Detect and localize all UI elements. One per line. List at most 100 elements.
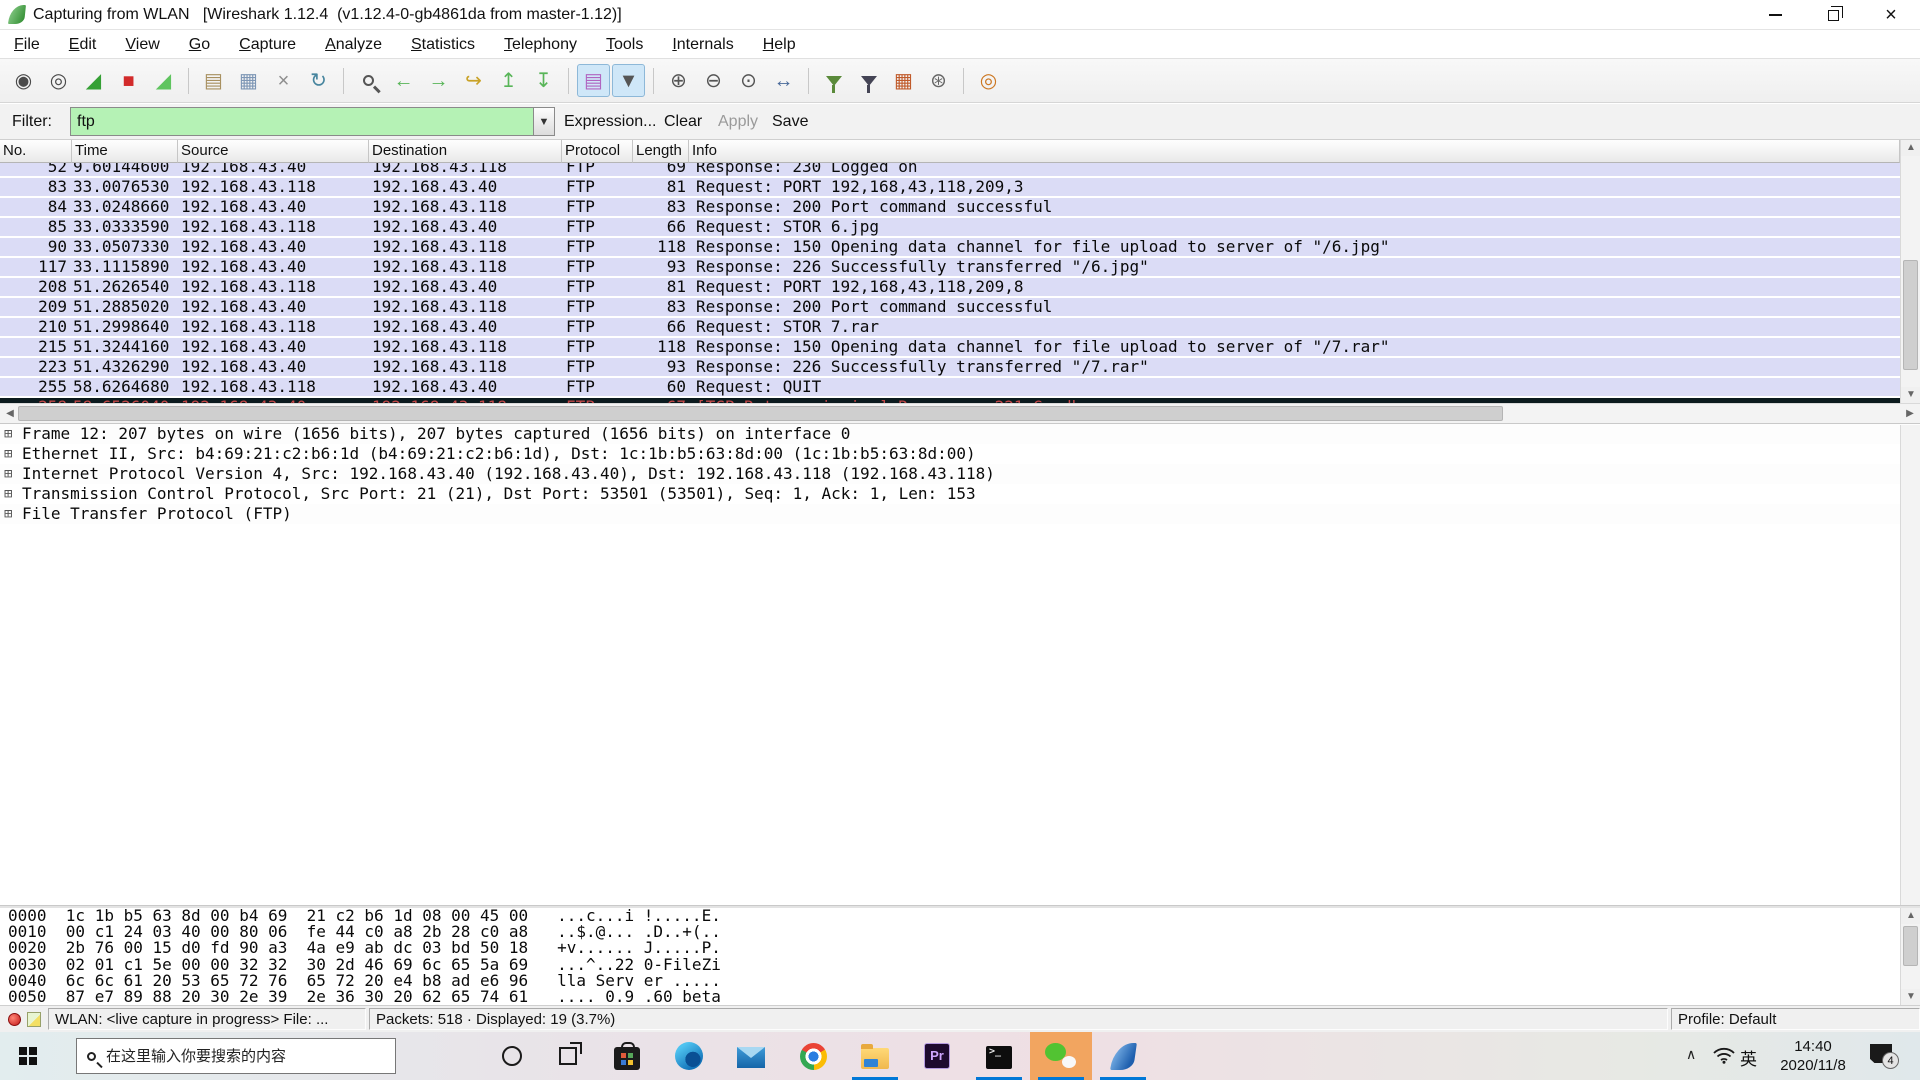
taskbar-app-premiere[interactable]: Pr bbox=[906, 1032, 968, 1080]
list-interfaces-button[interactable]: ◉ bbox=[7, 64, 40, 97]
column-header-protocol[interactable]: Protocol bbox=[562, 140, 633, 163]
taskbar-clock[interactable]: 14:40 2020/11/8 bbox=[1768, 1037, 1858, 1075]
colorize-packets-button[interactable]: ▤ bbox=[577, 64, 610, 97]
stop-capture-button[interactable]: ■ bbox=[112, 64, 145, 97]
profile-status[interactable]: Profile: Default bbox=[1671, 1008, 1920, 1030]
hex-line[interactable]: 0050 87 e7 89 88 20 30 2e 39 2e 36 30 20… bbox=[0, 989, 1920, 1005]
packet-row[interactable]: 8333.0076530192.168.43.118192.168.43.40F… bbox=[0, 178, 1900, 198]
capture-options-button[interactable]: ◎ bbox=[42, 64, 75, 97]
capture-filters-button[interactable] bbox=[817, 64, 850, 97]
preferences-button[interactable]: ⊛ bbox=[922, 64, 955, 97]
menu-capture[interactable]: Capture bbox=[239, 36, 296, 54]
scroll-left-icon[interactable]: ◀ bbox=[2, 406, 18, 422]
goto-packet-button[interactable]: ↪ bbox=[457, 64, 490, 97]
search-input[interactable] bbox=[106, 1048, 395, 1065]
expression-button[interactable]: Expression... bbox=[564, 109, 656, 135]
packet-row[interactable]: 22351.4326290192.168.43.40192.168.43.118… bbox=[0, 358, 1900, 378]
menu-view[interactable]: View bbox=[125, 36, 159, 54]
packet-row[interactable]: 20951.2885020192.168.43.40192.168.43.118… bbox=[0, 298, 1900, 318]
vscroll-thumb[interactable] bbox=[1903, 926, 1918, 966]
column-header-time[interactable]: Time bbox=[72, 140, 178, 163]
menu-telephony[interactable]: Telephony bbox=[504, 36, 577, 54]
coloring-rules-button[interactable]: ▦ bbox=[887, 64, 920, 97]
expander-icon[interactable]: ⊞ bbox=[4, 424, 12, 444]
vscroll-thumb[interactable] bbox=[1903, 260, 1918, 370]
packet-row[interactable]: 21551.3244160192.168.43.40192.168.43.118… bbox=[0, 338, 1900, 358]
column-header-no[interactable]: No. bbox=[0, 140, 72, 163]
scroll-down-icon[interactable]: ▼ bbox=[1901, 387, 1920, 403]
hex-vscrollbar[interactable]: ▲ ▼ bbox=[1900, 908, 1920, 1005]
packet-row[interactable]: 8533.0333590192.168.43.118192.168.43.40F… bbox=[0, 218, 1900, 238]
menu-analyze[interactable]: Analyze bbox=[325, 36, 382, 54]
capture-file-edit-icon[interactable] bbox=[27, 1012, 41, 1027]
taskbar-app-explorer[interactable] bbox=[844, 1032, 906, 1080]
taskbar-app-mail[interactable] bbox=[720, 1032, 782, 1080]
packet-list-hscrollbar[interactable]: ◀ ▶ bbox=[0, 403, 1920, 423]
go-forward-button[interactable]: → bbox=[422, 64, 455, 97]
detail-line[interactable]: ⊞Transmission Control Protocol, Src Port… bbox=[0, 484, 1920, 504]
scroll-up-icon[interactable]: ▲ bbox=[1901, 908, 1920, 924]
goto-bottom-button[interactable]: ↧ bbox=[527, 64, 560, 97]
auto-scroll-button[interactable]: ▼ bbox=[612, 64, 645, 97]
column-header-length[interactable]: Length bbox=[633, 140, 689, 163]
scroll-right-icon[interactable]: ▶ bbox=[1902, 406, 1918, 422]
taskbar-app-chrome[interactable] bbox=[782, 1032, 844, 1080]
expander-icon[interactable]: ⊞ bbox=[4, 504, 12, 524]
display-filters-button[interactable] bbox=[852, 64, 885, 97]
start-button[interactable] bbox=[0, 1032, 56, 1080]
zoom-out-button[interactable]: ⊖ bbox=[697, 64, 730, 97]
scroll-down-icon[interactable]: ▼ bbox=[1901, 989, 1920, 1005]
taskbar-app-edge[interactable] bbox=[658, 1032, 720, 1080]
menu-file[interactable]: File bbox=[14, 36, 40, 54]
save-button[interactable]: Save bbox=[772, 109, 808, 135]
restart-capture-button[interactable]: ◢ bbox=[147, 64, 180, 97]
start-capture-button[interactable]: ◢ bbox=[77, 64, 110, 97]
taskbar-app-store[interactable] bbox=[596, 1032, 658, 1080]
packet-row[interactable]: 25558.6264680192.168.43.118192.168.43.40… bbox=[0, 378, 1900, 398]
open-capture-button[interactable]: ▤ bbox=[197, 64, 230, 97]
expert-info-led-icon[interactable] bbox=[8, 1013, 21, 1026]
taskbar-app-cmd[interactable]: >_ bbox=[968, 1032, 1030, 1080]
minimize-button[interactable] bbox=[1746, 0, 1804, 30]
task-view-button[interactable] bbox=[540, 1032, 596, 1080]
find-packet-button[interactable] bbox=[352, 64, 385, 97]
filter-input[interactable] bbox=[70, 107, 533, 136]
help-button[interactable]: ◎ bbox=[972, 64, 1005, 97]
restore-button[interactable] bbox=[1804, 0, 1862, 30]
expander-icon[interactable]: ⊞ bbox=[4, 464, 12, 484]
expander-icon[interactable]: ⊞ bbox=[4, 444, 12, 464]
wifi-icon[interactable] bbox=[1712, 1045, 1736, 1070]
packet-row[interactable]: 20851.2626540192.168.43.118192.168.43.40… bbox=[0, 278, 1900, 298]
taskbar-search-box[interactable] bbox=[76, 1038, 396, 1074]
expander-icon[interactable]: ⊞ bbox=[4, 484, 12, 504]
column-header-source[interactable]: Source bbox=[178, 140, 369, 163]
detail-line[interactable]: ⊞File Transfer Protocol (FTP) bbox=[0, 504, 1920, 524]
menu-internals[interactable]: Internals bbox=[672, 36, 733, 54]
goto-top-button[interactable]: ↥ bbox=[492, 64, 525, 97]
menu-go[interactable]: Go bbox=[189, 36, 210, 54]
close-capture-button[interactable]: × bbox=[267, 64, 300, 97]
packet-row[interactable]: 9033.0507330192.168.43.40192.168.43.118F… bbox=[0, 238, 1900, 258]
column-header-destination[interactable]: Destination bbox=[369, 140, 562, 163]
taskbar-app-wechat[interactable] bbox=[1030, 1032, 1092, 1080]
save-capture-button[interactable]: ▦ bbox=[232, 64, 265, 97]
reload-capture-button[interactable]: ↻ bbox=[302, 64, 335, 97]
column-header-info[interactable]: Info bbox=[689, 140, 1900, 163]
packet-list-vscrollbar[interactable]: ▲ ▼ bbox=[1900, 140, 1920, 403]
close-button[interactable]: × bbox=[1862, 0, 1920, 30]
packet-row[interactable]: 8433.0248660192.168.43.40192.168.43.118F… bbox=[0, 198, 1900, 218]
detail-line[interactable]: ⊞Ethernet II, Src: b4:69:21:c2:b6:1d (b4… bbox=[0, 444, 1920, 464]
packet-row[interactable]: 11733.1115890192.168.43.40192.168.43.118… bbox=[0, 258, 1900, 278]
go-back-button[interactable]: ← bbox=[387, 64, 420, 97]
ime-indicator[interactable]: 英 bbox=[1740, 1045, 1757, 1070]
apply-button[interactable]: Apply bbox=[718, 109, 758, 135]
menu-help[interactable]: Help bbox=[763, 36, 796, 54]
hscroll-thumb[interactable] bbox=[18, 406, 1503, 421]
clear-button[interactable]: Clear bbox=[664, 109, 702, 135]
zoom-in-button[interactable]: ⊕ bbox=[662, 64, 695, 97]
cortana-button[interactable] bbox=[484, 1032, 540, 1080]
zoom-normal-button[interactable]: ⊙ bbox=[732, 64, 765, 97]
menu-edit[interactable]: Edit bbox=[69, 36, 97, 54]
taskbar-app-wireshark[interactable] bbox=[1092, 1032, 1154, 1080]
menu-statistics[interactable]: Statistics bbox=[411, 36, 475, 54]
